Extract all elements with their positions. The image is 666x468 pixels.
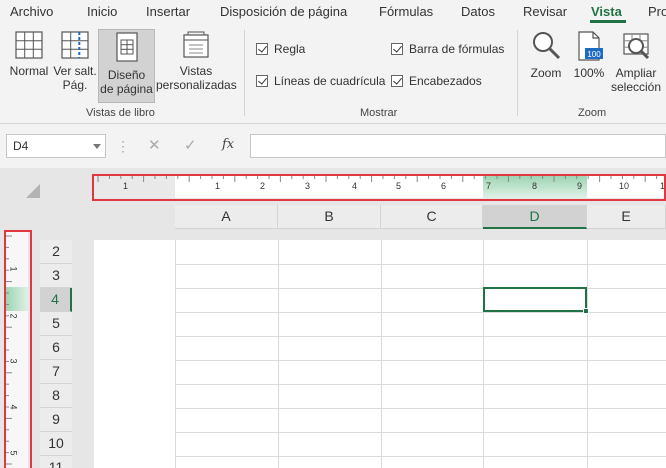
formula-bar-checkbox-label: Barra de fórmulas xyxy=(409,42,505,56)
select-all-corner[interactable] xyxy=(26,184,40,198)
formula-bar-checkbox[interactable]: Barra de fórmulas xyxy=(391,42,504,56)
formula-bar: D4 ⋮ ✕ ✓ fx xyxy=(0,124,666,168)
zoom-selection-label-1: Ampliar xyxy=(615,66,657,80)
tab-vista[interactable]: Vista xyxy=(591,4,622,19)
formula-bar-grip-icon[interactable]: ⋮ xyxy=(116,138,130,155)
row-header-4[interactable]: 4 xyxy=(40,288,72,312)
checkbox-checked-icon xyxy=(256,43,268,55)
page-layout-label-2: de página xyxy=(100,82,153,96)
zoom-group-label: Zoom xyxy=(578,107,607,119)
workbook-views-group-label: Vistas de libro xyxy=(86,107,155,119)
zoom-100-button[interactable]: 100 100% xyxy=(570,30,608,102)
zoom-magnifier-icon xyxy=(533,32,561,60)
fill-handle[interactable] xyxy=(583,308,589,314)
active-tab-indicator xyxy=(590,20,626,23)
menu-tab-bar: Archivo Inicio Insertar Disposición de p… xyxy=(0,0,666,24)
column-header-a[interactable]: A xyxy=(175,205,278,229)
selected-cell-d4[interactable] xyxy=(483,287,587,312)
cell-gridlines xyxy=(175,240,666,468)
zoom-selection-label-2: selección xyxy=(610,80,662,94)
zoom-label: Zoom xyxy=(530,66,562,80)
vertical-ruler-highlight-box xyxy=(4,230,32,468)
custom-views-label-1: Vistas xyxy=(179,64,213,78)
row-header-11[interactable]: 11 xyxy=(40,456,72,468)
normal-view-button[interactable]: Normal xyxy=(6,30,52,102)
custom-views-button[interactable]: Vistas personalizadas xyxy=(156,30,237,102)
headings-checkbox-label: Encabezados xyxy=(409,74,482,88)
custom-views-label-2: personalizadas xyxy=(156,78,237,92)
row-header-5[interactable]: 5 xyxy=(40,312,72,336)
row-header-8[interactable]: 8 xyxy=(40,384,72,408)
zoom-to-selection-button[interactable]: Ampliar selección xyxy=(610,30,662,102)
zoom-to-selection-icon xyxy=(623,33,650,60)
show-group-label: Mostrar xyxy=(360,107,398,119)
normal-view-icon xyxy=(15,31,43,59)
column-header-c[interactable]: C xyxy=(381,205,483,229)
tab-pro[interactable]: Pro xyxy=(648,4,666,19)
column-header-b[interactable]: B xyxy=(278,205,381,229)
page-break-label-1: Ver salt. xyxy=(53,64,97,78)
row-header-3[interactable]: 3 xyxy=(40,264,72,288)
page-layout-button[interactable]: Diseño de página xyxy=(98,29,155,103)
checkbox-checked-icon xyxy=(391,75,403,87)
ruler-checkbox-label: Regla xyxy=(274,42,306,56)
tab-revisar[interactable]: Revisar xyxy=(523,4,567,19)
gridlines-checkbox-label: Líneas de cuadrícula xyxy=(274,74,386,88)
row-header-9[interactable]: 9 xyxy=(40,408,72,432)
ruler-highlight-box xyxy=(92,174,666,201)
checkbox-checked-icon xyxy=(391,43,403,55)
name-box[interactable]: D4 xyxy=(6,134,106,158)
checkbox-checked-icon xyxy=(256,75,268,87)
tab-formulas[interactable]: Fórmulas xyxy=(379,4,433,19)
tab-datos[interactable]: Datos xyxy=(461,4,495,19)
chevron-down-icon[interactable] xyxy=(93,144,101,149)
cancel-entry-button[interactable]: ✕ xyxy=(148,136,161,154)
page-break-preview-icon xyxy=(61,31,89,59)
tab-insertar[interactable]: Insertar xyxy=(146,4,190,19)
insert-function-button[interactable]: fx xyxy=(222,137,234,152)
zoom-100-label: 100% xyxy=(573,66,605,80)
page-layout-label-1: Diseño xyxy=(107,68,146,82)
tab-inicio[interactable]: Inicio xyxy=(87,4,117,19)
formula-input[interactable] xyxy=(250,134,666,158)
tab-archivo[interactable]: Archivo xyxy=(10,4,53,19)
confirm-entry-button[interactable]: ✓ xyxy=(184,136,197,154)
group-separator xyxy=(244,30,245,116)
ribbon: Normal Ver salt. Pág. Diseño de página V… xyxy=(0,24,666,124)
gridlines-checkbox[interactable]: Líneas de cuadrícula xyxy=(256,74,385,88)
headings-checkbox[interactable]: Encabezados xyxy=(391,74,482,88)
row-header-2[interactable]: 2 xyxy=(40,240,72,264)
row-header-6[interactable]: 6 xyxy=(40,336,72,360)
page-break-preview-button[interactable]: Ver salt. Pág. xyxy=(53,30,97,102)
group-separator xyxy=(517,30,518,116)
custom-views-icon xyxy=(183,31,209,58)
name-box-value: D4 xyxy=(13,139,29,153)
row-header-7[interactable]: 7 xyxy=(40,360,72,384)
column-header-e[interactable]: E xyxy=(587,205,666,229)
page-layout-icon xyxy=(115,32,138,62)
column-header-d[interactable]: D xyxy=(483,205,587,229)
ruler-checkbox[interactable]: Regla xyxy=(256,42,305,56)
zoom-100-icon: 100 xyxy=(578,31,603,61)
page-break-label-2: Pág. xyxy=(62,78,88,92)
row-header-10[interactable]: 10 xyxy=(40,432,72,456)
zoom-100-icon-text: 100 xyxy=(587,50,601,59)
tab-disposicion-pagina[interactable]: Disposición de página xyxy=(220,4,347,19)
zoom-button[interactable]: Zoom xyxy=(526,30,566,102)
normal-view-label: Normal xyxy=(9,64,49,78)
